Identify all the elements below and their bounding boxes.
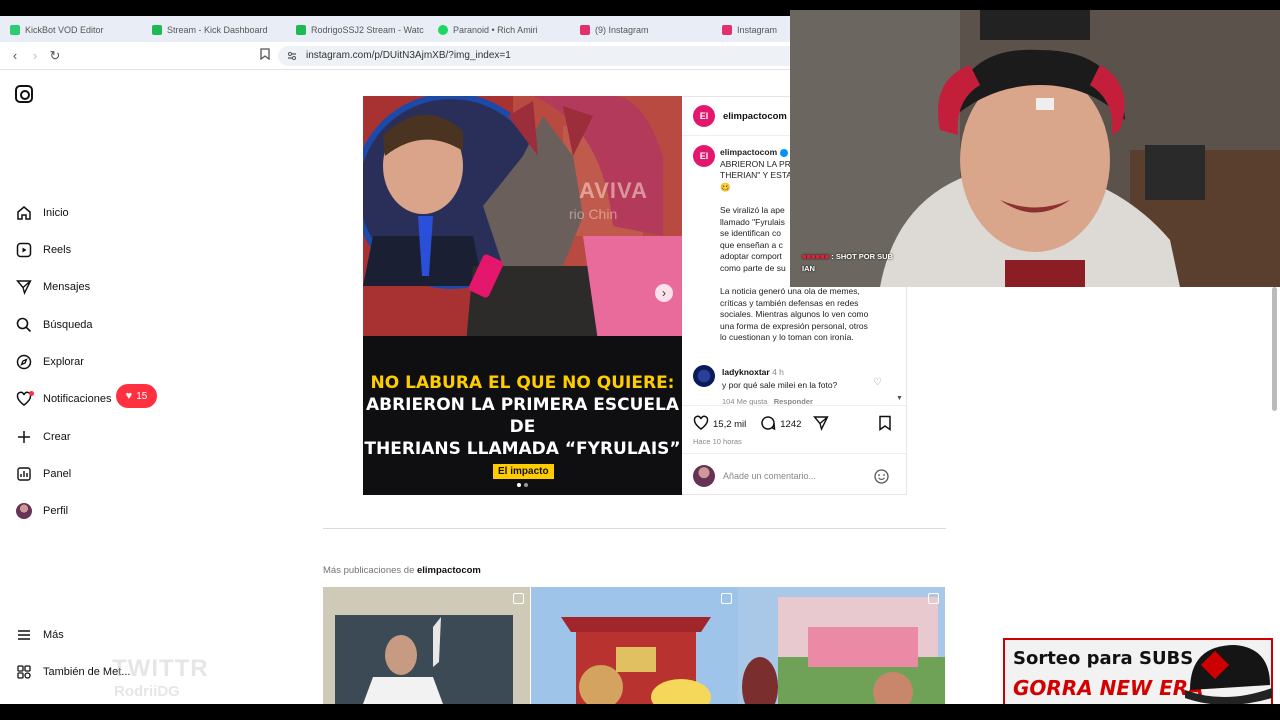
post-time: Hace 10 horas — [693, 437, 742, 446]
webcam-video-frame — [790, 10, 1280, 287]
emoji-icon[interactable] — [874, 469, 889, 489]
tab-rodrigo-stream[interactable]: RodrigoSSJ2 Stream - Watch L — [296, 20, 424, 40]
more-post-thumbnail-3[interactable] — [738, 587, 945, 704]
save-bookmark-icon[interactable] — [878, 415, 892, 436]
carousel-indicator-icon — [513, 593, 524, 604]
post-image[interactable]: AVIVA rio Chin NO LABURA EL QUE NO QUIER… — [363, 96, 682, 495]
sidebar-item-inicio[interactable]: Inicio — [15, 202, 69, 224]
post-header: El elimpactocom — [693, 105, 806, 127]
divider — [682, 453, 906, 454]
tab-spotify[interactable]: Paranoid • Rich Amiri — [438, 20, 568, 40]
webcam-overlay: ■■■■■■ : SHOT POR SUB IAN — [790, 10, 1280, 287]
menu-icon — [15, 626, 33, 644]
url-text: instagram.com/p/DUitN3AjmXB/?img_index=1 — [306, 50, 511, 61]
sidebar-item-mensajes[interactable]: Mensajes — [15, 276, 90, 298]
address-bar[interactable]: instagram.com/p/DUitN3AjmXB/?img_index=1 — [278, 46, 790, 66]
forward-icon[interactable]: › — [27, 48, 43, 64]
stream-alert-text: ■■■■■■ : SHOT POR SUB IAN — [802, 252, 893, 273]
site-info-icon[interactable] — [286, 50, 298, 62]
background-sign-text-2: rio Chin — [569, 206, 618, 222]
share-icon[interactable] — [813, 415, 830, 434]
more-post-thumbnail-2[interactable] — [531, 587, 738, 704]
notification-dot — [29, 391, 34, 396]
kickbot-favicon-icon — [10, 25, 20, 35]
browser-tab-strip: KickBot VOD Editor Stream - Kick Dashboa… — [0, 16, 790, 42]
caption-avatar[interactable]: El — [693, 145, 715, 167]
cap-icon — [1185, 645, 1272, 705]
scroll-down-arrow-icon[interactable]: ▼ — [896, 395, 903, 402]
search-icon — [15, 316, 33, 334]
carousel-indicator-icon — [721, 593, 732, 604]
carousel-dot — [524, 483, 528, 487]
author-avatar[interactable]: El — [693, 105, 715, 127]
tab-instagram-9[interactable]: (9) Instagram — [580, 20, 710, 40]
meta-apps-icon — [15, 663, 33, 681]
instagram-favicon-icon — [722, 25, 732, 35]
comment-time: 4 h — [772, 367, 784, 377]
tab-instagram[interactable]: Instagram — [722, 20, 790, 40]
spotify-favicon-icon — [438, 25, 448, 35]
reload-icon[interactable]: ↻ — [47, 48, 63, 64]
add-comment-input[interactable]: Añade un comentario... — [723, 471, 816, 481]
comment-text: y por qué sale milei en la foto? — [722, 379, 838, 390]
comment-like-heart-icon[interactable]: ♡ — [873, 377, 882, 388]
el-impacto-logo: El impacto — [493, 464, 554, 479]
sidebar-item-panel[interactable]: Panel — [15, 463, 71, 485]
thumbnail-illustration — [738, 587, 945, 704]
thumbnail-illustration — [531, 587, 738, 704]
instagram-sidebar: Inicio Reels Mensajes Búsqueda Explorar … — [0, 70, 240, 704]
instagram-favicon-icon — [580, 25, 590, 35]
tab-kick-dashboard[interactable]: Stream - Kick Dashboard — [152, 20, 284, 40]
next-image-chevron-icon[interactable]: › — [655, 284, 673, 302]
sidebar-item-reels[interactable]: Reels — [15, 239, 71, 261]
verified-badge-icon — [780, 148, 789, 157]
section-divider — [323, 528, 946, 529]
kick-favicon-icon — [296, 25, 306, 35]
more-posts-username[interactable]: elimpactocom — [417, 565, 481, 576]
action-bar: 15,2 mil 1242 — [693, 415, 830, 434]
more-post-thumbnail-1[interactable] — [323, 587, 530, 704]
bottom-black-bar — [0, 704, 1280, 720]
notification-count-badge[interactable]: ♥ 15 — [116, 384, 157, 408]
divider — [682, 405, 906, 406]
sidebar-item-mas[interactable]: Más — [15, 624, 64, 646]
author-username[interactable]: elimpactocom — [723, 111, 787, 122]
like-heart-icon[interactable] — [693, 415, 709, 434]
back-icon[interactable]: ‹ — [7, 48, 23, 64]
explore-icon — [15, 353, 33, 371]
browser-toolbar: ‹ › ↻ instagram.com/p/DUitN3AjmXB/?img_i… — [0, 42, 790, 70]
comments-count[interactable]: 1242 — [780, 419, 801, 430]
thumbnail-illustration — [323, 587, 530, 704]
avatar — [15, 502, 33, 520]
page-scrollbar[interactable] — [1272, 287, 1277, 411]
sorteo-banner: Sorteo para SUBS GORRA NEW ERA — [1003, 638, 1273, 708]
commenter-username[interactable]: ladyknoxtar — [722, 367, 770, 377]
commenter-avatar[interactable] — [693, 365, 715, 387]
bookmark-icon[interactable] — [257, 48, 273, 64]
sidebar-item-explorar[interactable]: Explorar — [15, 351, 84, 373]
sidebar-item-crear[interactable]: Crear — [15, 426, 71, 448]
sidebar-item-perfil[interactable]: Perfil — [15, 500, 68, 522]
instagram-logo-icon[interactable] — [15, 85, 33, 103]
twitter-watermark: TWITTR RodriiDG — [112, 655, 209, 700]
home-icon — [15, 204, 33, 222]
tab-kickbot[interactable]: KickBot VOD Editor — [10, 20, 140, 40]
sidebar-item-busqueda[interactable]: Búsqueda — [15, 314, 93, 336]
dashboard-icon — [15, 465, 33, 483]
avatar — [693, 465, 715, 487]
headline: NO LABURA EL QUE NO QUIERE: ABRIERON LA … — [364, 373, 681, 459]
comment-icon[interactable] — [760, 415, 776, 434]
messages-icon — [15, 278, 33, 296]
heart-icon: ♥ — [125, 390, 133, 402]
likes-count[interactable]: 15,2 mil — [713, 419, 746, 430]
kick-favicon-icon — [152, 25, 162, 35]
more-posts-heading: Más publicaciones de elimpactocom — [323, 565, 481, 576]
carousel-indicator-icon — [928, 593, 939, 604]
reels-icon — [15, 241, 33, 259]
background-sign-text: AVIVA — [579, 178, 648, 203]
plus-icon — [15, 428, 33, 446]
carousel-dot-active — [517, 483, 521, 487]
